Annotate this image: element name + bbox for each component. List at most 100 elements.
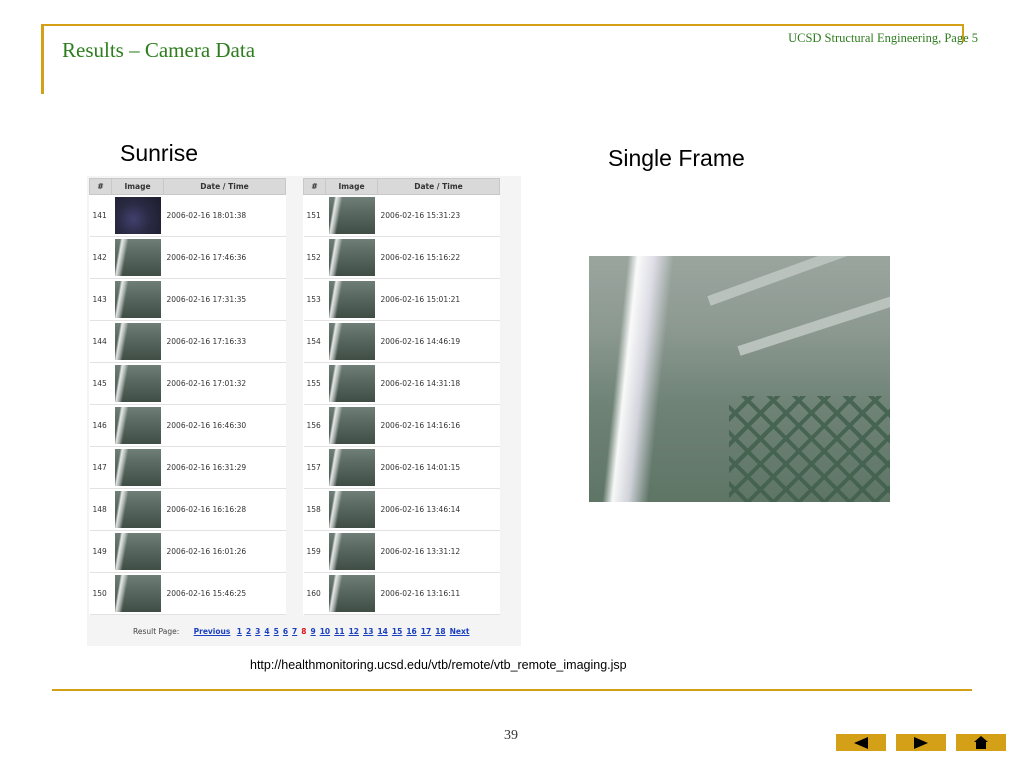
col-header-image: Image [325, 178, 378, 195]
top-rule [41, 24, 963, 26]
table-row[interactable]: 153 2006-02-16 15:01:21 [303, 278, 500, 321]
row-datetime: 2006-02-16 17:16:33 [163, 320, 286, 363]
row-image-cell [111, 488, 164, 531]
table-row[interactable]: 145 2006-02-16 17:01:32 [89, 362, 286, 405]
row-image-cell [111, 404, 164, 447]
page-header-label: UCSD Structural Engineering, Page 5 [788, 31, 978, 45]
row-image-cell [111, 572, 164, 615]
pager-page-link[interactable]: 16 [406, 627, 416, 636]
row-number: 142 [89, 236, 112, 279]
pager-page-link[interactable]: 15 [392, 627, 402, 636]
image-log-table-right: # Image Date / Time 151 2006-02-16 15:31:… [303, 178, 500, 615]
row-image-cell [325, 236, 378, 279]
row-datetime: 2006-02-16 15:31:23 [377, 194, 500, 237]
pager-page-link[interactable]: 1 [237, 627, 242, 636]
pager-page-link[interactable]: 2 [246, 627, 251, 636]
table-row[interactable]: 151 2006-02-16 15:31:23 [303, 194, 500, 237]
table-row[interactable]: 142 2006-02-16 17:46:36 [89, 236, 286, 279]
camera-thumbnail[interactable] [114, 239, 161, 276]
camera-thumbnail[interactable] [114, 281, 161, 318]
row-number: 158 [303, 488, 326, 531]
pager-page-link[interactable]: 10 [320, 627, 330, 636]
pager-page-link[interactable]: 9 [310, 627, 315, 636]
table-row[interactable]: 147 2006-02-16 16:31:29 [89, 446, 286, 489]
pager-page-link[interactable]: 18 [435, 627, 445, 636]
table-row[interactable]: 141 2006-02-16 18:01:38 [89, 194, 286, 237]
table-row[interactable]: 146 2006-02-16 16:46:30 [89, 404, 286, 447]
table-row[interactable]: 143 2006-02-16 17:31:35 [89, 278, 286, 321]
row-image-cell [325, 320, 378, 363]
row-datetime: 2006-02-16 13:31:12 [377, 530, 500, 573]
camera-thumbnail[interactable] [114, 197, 161, 234]
camera-thumbnail[interactable] [328, 281, 375, 318]
home-button[interactable] [956, 734, 1006, 751]
row-datetime: 2006-02-16 16:16:28 [163, 488, 286, 531]
table-row[interactable]: 157 2006-02-16 14:01:15 [303, 446, 500, 489]
camera-thumbnail[interactable] [328, 533, 375, 570]
row-number: 153 [303, 278, 326, 321]
camera-thumbnail[interactable] [114, 491, 161, 528]
row-datetime: 2006-02-16 17:31:35 [163, 278, 286, 321]
camera-thumbnail[interactable] [328, 575, 375, 612]
home-icon [974, 736, 988, 749]
row-image-cell [111, 278, 164, 321]
row-datetime: 2006-02-16 17:46:36 [163, 236, 286, 279]
table-row[interactable]: 152 2006-02-16 15:16:22 [303, 236, 500, 279]
pager-page-link[interactable]: 4 [264, 627, 269, 636]
pager-page-link[interactable]: 3 [255, 627, 260, 636]
table-row[interactable]: 154 2006-02-16 14:46:19 [303, 320, 500, 363]
row-number: 159 [303, 530, 326, 573]
col-header-datetime: Date / Time [163, 178, 286, 195]
row-image-cell [325, 446, 378, 489]
table-row[interactable]: 150 2006-02-16 15:46:25 [89, 572, 286, 615]
pager-page-link[interactable]: 17 [421, 627, 431, 636]
pager-page-link[interactable]: 8 [301, 627, 306, 636]
table-row[interactable]: 155 2006-02-16 14:31:18 [303, 362, 500, 405]
pager-page-link[interactable]: 14 [377, 627, 387, 636]
row-datetime: 2006-02-16 14:46:19 [377, 320, 500, 363]
camera-thumbnail[interactable] [114, 365, 161, 402]
camera-thumbnail[interactable] [328, 197, 375, 234]
table-row[interactable]: 158 2006-02-16 13:46:14 [303, 488, 500, 531]
row-datetime: 2006-02-16 16:01:26 [163, 530, 286, 573]
image-log-table-left: # Image Date / Time 141 2006-02-16 18:01:… [89, 178, 286, 615]
camera-thumbnail[interactable] [114, 533, 161, 570]
bottom-rule [52, 689, 972, 691]
table-row[interactable]: 149 2006-02-16 16:01:26 [89, 530, 286, 573]
table-row[interactable]: 148 2006-02-16 16:16:28 [89, 488, 286, 531]
camera-thumbnail[interactable] [328, 407, 375, 444]
pager-previous-link[interactable]: Previous [194, 627, 231, 636]
next-arrow-icon [914, 736, 928, 749]
next-slide-button[interactable] [896, 734, 946, 751]
pager-page-link[interactable]: 11 [334, 627, 344, 636]
prev-slide-button[interactable] [836, 734, 886, 751]
camera-thumbnail[interactable] [114, 323, 161, 360]
row-datetime: 2006-02-16 16:31:29 [163, 446, 286, 489]
pager-page-link[interactable]: 6 [283, 627, 288, 636]
pager-page-link[interactable]: 13 [363, 627, 373, 636]
row-datetime: 2006-02-16 16:46:30 [163, 404, 286, 447]
camera-thumbnail[interactable] [114, 449, 161, 486]
row-datetime: 2006-02-16 14:16:16 [377, 404, 500, 447]
camera-thumbnail[interactable] [328, 491, 375, 528]
row-image-cell [111, 236, 164, 279]
table-row[interactable]: 160 2006-02-16 13:16:11 [303, 572, 500, 615]
camera-thumbnail[interactable] [328, 239, 375, 276]
table-row[interactable]: 144 2006-02-16 17:16:33 [89, 320, 286, 363]
col-header-num: # [89, 178, 112, 195]
row-image-cell [111, 530, 164, 573]
table-row[interactable]: 156 2006-02-16 14:16:16 [303, 404, 500, 447]
camera-thumbnail[interactable] [328, 323, 375, 360]
pager-page-link[interactable]: 12 [349, 627, 359, 636]
camera-thumbnail[interactable] [114, 407, 161, 444]
camera-thumbnail[interactable] [328, 365, 375, 402]
row-number: 152 [303, 236, 326, 279]
pager-page-link[interactable]: 7 [292, 627, 297, 636]
camera-thumbnail[interactable] [328, 449, 375, 486]
page-title: Results – Camera Data [62, 38, 256, 62]
table-row[interactable]: 159 2006-02-16 13:31:12 [303, 530, 500, 573]
pager-next-link[interactable]: Next [450, 627, 470, 636]
single-frame-label: Single Frame [608, 145, 745, 171]
camera-thumbnail[interactable] [114, 575, 161, 612]
pager-page-link[interactable]: 5 [274, 627, 279, 636]
